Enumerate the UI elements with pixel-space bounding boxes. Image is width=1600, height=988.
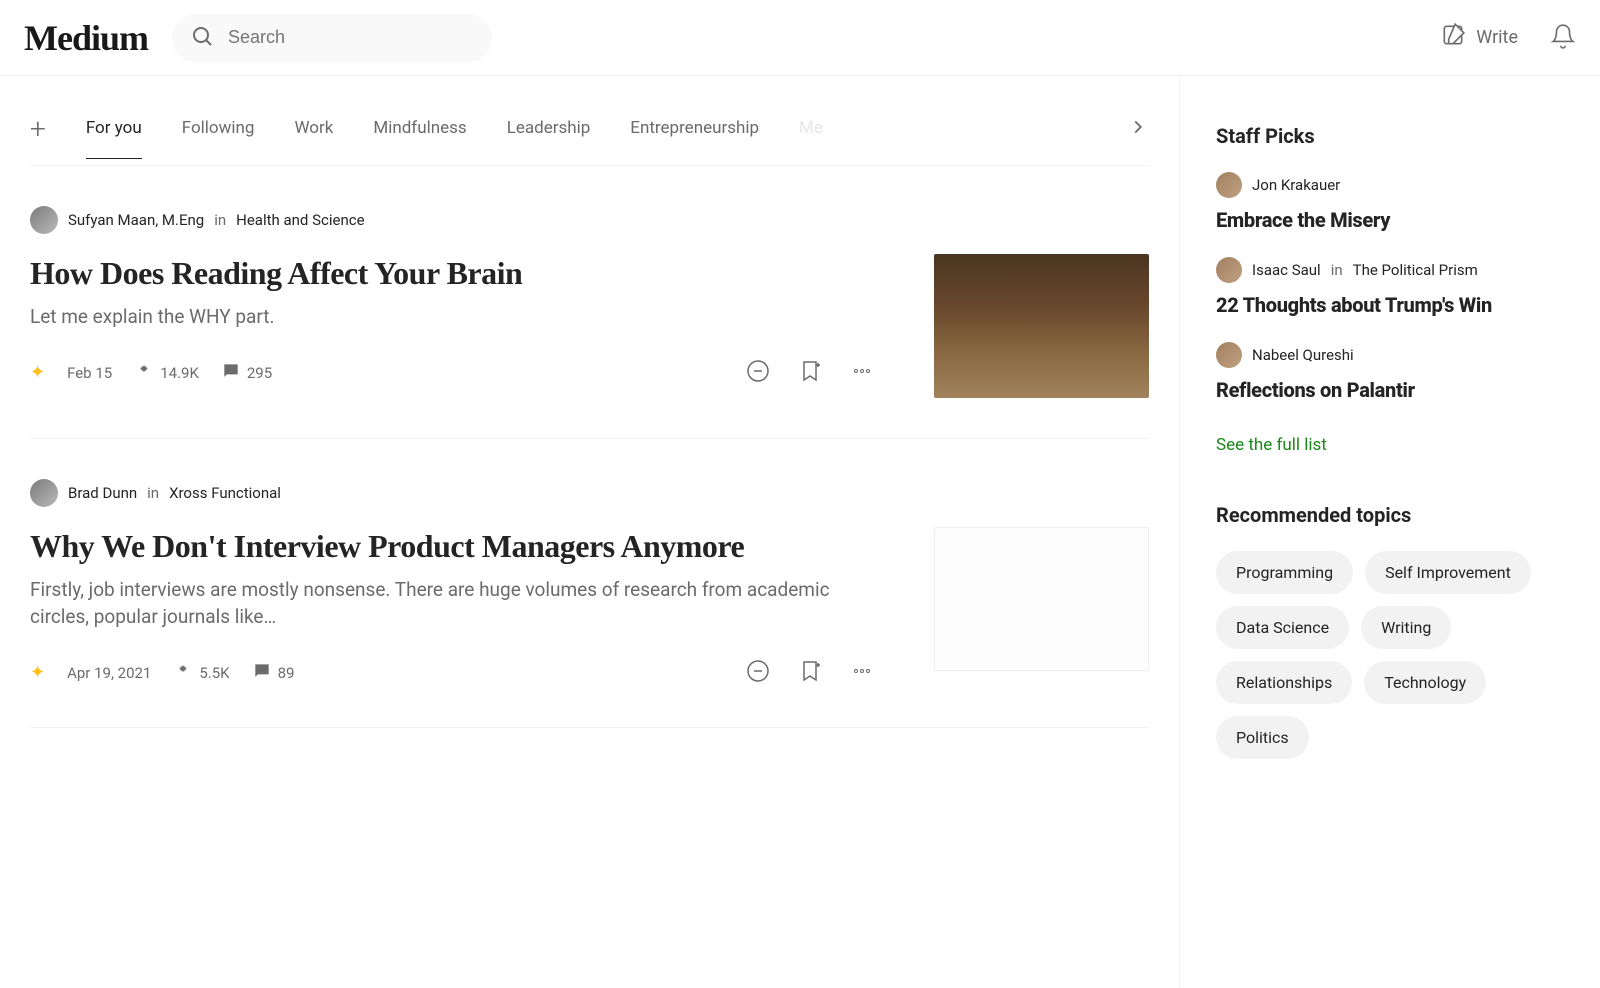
in-word: in (214, 211, 226, 229)
see-full-list-link[interactable]: See the full list (1216, 435, 1327, 455)
comment-icon (221, 361, 241, 385)
avatar[interactable] (30, 206, 58, 234)
article-byline: Sufyan Maan, M.Eng in Health and Science (30, 206, 1149, 234)
tabs-row: + For you Following Work Mindfulness Lea… (30, 76, 1149, 166)
header: Medium Write (0, 0, 1600, 76)
avatar[interactable] (30, 479, 58, 507)
article-card[interactable]: Sufyan Maan, M.Eng in Health and Science… (30, 166, 1149, 439)
article-body: How Does Reading Affect Your Brain Let m… (30, 254, 1149, 398)
article-subtitle: Firstly, job interviews are mostly nonse… (30, 577, 874, 630)
main: + For you Following Work Mindfulness Lea… (0, 76, 1600, 988)
in-word: in (1331, 261, 1343, 279)
claps-count[interactable]: 5.5K (173, 661, 229, 685)
article-meta: ✦ Apr 19, 2021 5.5K 89 (30, 659, 874, 687)
recommended-topics-heading: Recommended topics (1216, 503, 1576, 527)
article-title[interactable]: Why We Don't Interview Product Managers … (30, 527, 874, 565)
topic-pill[interactable]: Relationships (1216, 661, 1352, 704)
author-link[interactable]: Jon Krakauer (1252, 176, 1340, 194)
sidebar: Staff Picks Jon Krakauer Embrace the Mis… (1180, 76, 1600, 988)
article-actions (746, 659, 874, 687)
tab-mindfulness[interactable]: Mindfulness (373, 118, 466, 159)
article-subtitle: Let me explain the WHY part. (30, 304, 874, 331)
article-byline: Brad Dunn in Xross Functional (30, 479, 1149, 507)
add-tab-button[interactable]: + (30, 112, 46, 165)
topic-pill[interactable]: Writing (1361, 606, 1451, 649)
author-link[interactable]: Isaac Saul (1252, 261, 1321, 279)
tabs-scroll-right[interactable] (1087, 116, 1149, 162)
comments-count[interactable]: 89 (252, 661, 295, 685)
bookmark-icon[interactable] (798, 659, 822, 687)
article-text: How Does Reading Affect Your Brain Let m… (30, 254, 874, 387)
publication-link[interactable]: Health and Science (236, 211, 364, 229)
topic-pill[interactable]: Programming (1216, 551, 1353, 594)
tab-for-you[interactable]: For you (86, 118, 142, 159)
clap-icon (173, 661, 193, 685)
search-icon (190, 24, 214, 52)
tab-work[interactable]: Work (294, 118, 333, 159)
author-link[interactable]: Nabeel Qureshi (1252, 346, 1354, 364)
write-button[interactable]: Write (1440, 22, 1518, 53)
article-thumbnail[interactable] (934, 527, 1149, 671)
topic-pill[interactable]: Self Improvement (1365, 551, 1531, 594)
header-right: Write (1440, 22, 1576, 53)
more-icon[interactable] (850, 359, 874, 387)
avatar[interactable] (1216, 342, 1242, 368)
article-body: Why We Don't Interview Product Managers … (30, 527, 1149, 687)
tab-leadership[interactable]: Leadership (507, 118, 591, 159)
staff-pick[interactable]: Isaac Saul in The Political Prism 22 Tho… (1216, 257, 1576, 318)
staff-pick[interactable]: Jon Krakauer Embrace the Misery (1216, 172, 1576, 233)
author-link[interactable]: Brad Dunn (68, 484, 137, 502)
avatar[interactable] (1216, 172, 1242, 198)
tab-entrepreneurship[interactable]: Entrepreneurship (630, 118, 759, 159)
publication-link[interactable]: The Political Prism (1353, 261, 1478, 279)
pick-title[interactable]: 22 Thoughts about Trump's Win (1216, 293, 1576, 318)
staff-picks-heading: Staff Picks (1216, 124, 1576, 148)
staff-pick[interactable]: Nabeel Qureshi Reflections on Palantir (1216, 342, 1576, 403)
pick-byline: Isaac Saul in The Political Prism (1216, 257, 1576, 283)
topics-list: Programming Self Improvement Data Scienc… (1216, 551, 1576, 759)
article-thumbnail[interactable] (934, 254, 1149, 398)
tab-more[interactable]: Me (799, 118, 823, 159)
clap-icon (134, 361, 154, 385)
article-meta: ✦ Feb 15 14.9K 295 (30, 359, 874, 387)
write-icon (1440, 22, 1466, 53)
pick-byline: Nabeel Qureshi (1216, 342, 1576, 368)
in-word: in (147, 484, 159, 502)
notifications-icon[interactable] (1550, 23, 1576, 53)
comments-count[interactable]: 295 (221, 361, 272, 385)
article-actions (746, 359, 874, 387)
article-title[interactable]: How Does Reading Affect Your Brain (30, 254, 874, 292)
more-icon[interactable] (850, 659, 874, 687)
article-date: Apr 19, 2021 (67, 664, 151, 682)
member-only-icon: ✦ (30, 662, 45, 683)
bookmark-icon[interactable] (798, 359, 822, 387)
comment-icon (252, 661, 272, 685)
show-less-icon[interactable] (746, 659, 770, 687)
member-only-icon: ✦ (30, 362, 45, 383)
avatar[interactable] (1216, 257, 1242, 283)
topic-pill[interactable]: Data Science (1216, 606, 1349, 649)
topic-pill[interactable]: Technology (1364, 661, 1486, 704)
article-card[interactable]: Brad Dunn in Xross Functional Why We Don… (30, 439, 1149, 728)
publication-link[interactable]: Xross Functional (169, 484, 281, 502)
show-less-icon[interactable] (746, 359, 770, 387)
tab-following[interactable]: Following (182, 118, 255, 159)
claps-count[interactable]: 14.9K (134, 361, 199, 385)
write-label: Write (1476, 27, 1518, 48)
feed: + For you Following Work Mindfulness Lea… (0, 76, 1180, 988)
author-link[interactable]: Sufyan Maan, M.Eng (68, 211, 204, 229)
topic-pill[interactable]: Politics (1216, 716, 1309, 759)
pick-title[interactable]: Reflections on Palantir (1216, 378, 1576, 403)
pick-byline: Jon Krakauer (1216, 172, 1576, 198)
logo[interactable]: Medium (24, 17, 148, 59)
pick-title[interactable]: Embrace the Misery (1216, 208, 1576, 233)
search-bar[interactable] (172, 14, 492, 62)
search-input[interactable] (228, 27, 474, 48)
article-text: Why We Don't Interview Product Managers … (30, 527, 874, 687)
article-date: Feb 15 (67, 364, 112, 382)
